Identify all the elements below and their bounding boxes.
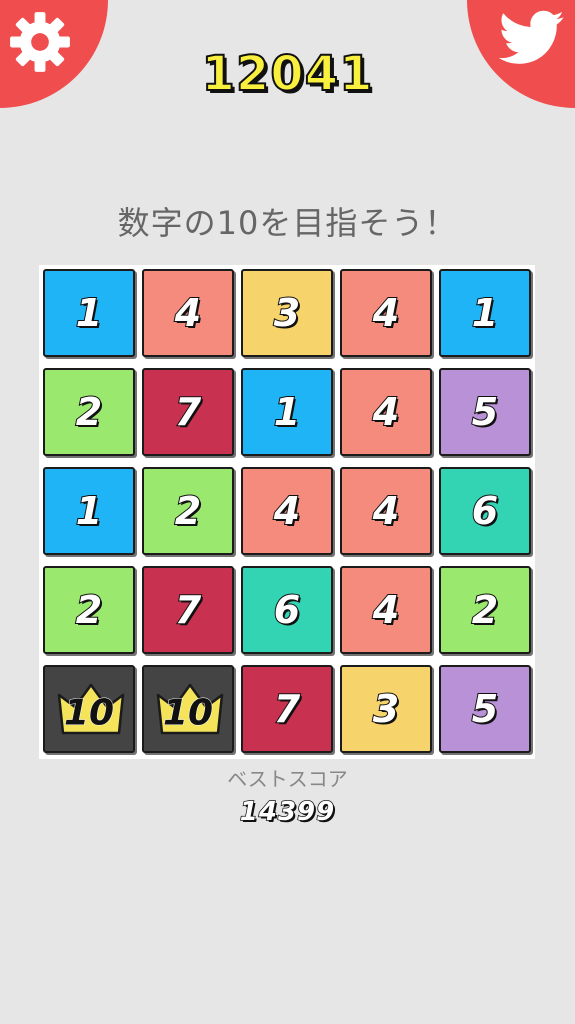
- tile-number: 1: [75, 290, 103, 336]
- tile-1-4[interactable]: 5: [439, 368, 531, 456]
- tile-1-1[interactable]: 7: [142, 368, 234, 456]
- tile-number: 4: [372, 290, 400, 336]
- tile-number: 7: [174, 389, 202, 435]
- game-board: 1 4 3 4 1 2 7 1 4 5 1 2 4 4 6 2 7 6 4 2 10 10 7 3 5: [39, 265, 535, 759]
- instruction-text: 数字の10を目指そう！: [117, 204, 458, 242]
- tile-4-0[interactable]: 10: [43, 665, 135, 753]
- tile-0-4[interactable]: 1: [439, 269, 531, 357]
- tile-number: 7: [273, 686, 301, 732]
- tile-number: 1: [471, 290, 499, 336]
- tile-4-3[interactable]: 3: [340, 665, 432, 753]
- tile-3-0[interactable]: 2: [43, 566, 135, 654]
- tile-4-4[interactable]: 5: [439, 665, 531, 753]
- tile-number: 4: [372, 488, 400, 534]
- tile-0-3[interactable]: 4: [340, 269, 432, 357]
- tile-number: 4: [174, 290, 202, 336]
- tile-2-0[interactable]: 1: [43, 467, 135, 555]
- tile-number: 4: [273, 488, 301, 534]
- tile-0-1[interactable]: 4: [142, 269, 234, 357]
- best-score-value: 14399: [239, 796, 336, 828]
- tile-number: 3: [273, 290, 301, 336]
- tile-number: 1: [75, 488, 103, 534]
- tile-number: 5: [471, 686, 499, 732]
- tile-2-4[interactable]: 6: [439, 467, 531, 555]
- tile-number: 2: [471, 587, 499, 633]
- tile-number: 5: [471, 389, 499, 435]
- tile-number: 2: [174, 488, 202, 534]
- tile-2-1[interactable]: 2: [142, 467, 234, 555]
- tile-number: 4: [372, 389, 400, 435]
- tile-1-0[interactable]: 2: [43, 368, 135, 456]
- tile-number: 6: [273, 587, 301, 633]
- tile-0-0[interactable]: 1: [43, 269, 135, 357]
- best-score-label: ベストスコア: [227, 767, 348, 791]
- tile-number: 7: [174, 587, 202, 633]
- current-score: 12041: [201, 45, 374, 103]
- tile-1-2[interactable]: 1: [241, 368, 333, 456]
- tile-number: 10: [162, 692, 214, 734]
- tile-4-2[interactable]: 7: [241, 665, 333, 753]
- tile-number: 3: [372, 686, 400, 732]
- tile-3-3[interactable]: 4: [340, 566, 432, 654]
- tile-number: 10: [63, 692, 115, 734]
- tile-3-2[interactable]: 6: [241, 566, 333, 654]
- tile-1-3[interactable]: 4: [340, 368, 432, 456]
- tile-2-2[interactable]: 4: [241, 467, 333, 555]
- tile-number: 2: [75, 389, 103, 435]
- tile-number: 6: [471, 488, 499, 534]
- tile-number: 4: [372, 587, 400, 633]
- tile-number: 2: [75, 587, 103, 633]
- tile-2-3[interactable]: 4: [340, 467, 432, 555]
- tile-0-2[interactable]: 3: [241, 269, 333, 357]
- tile-number: 1: [273, 389, 301, 435]
- tile-3-1[interactable]: 7: [142, 566, 234, 654]
- tile-4-1[interactable]: 10: [142, 665, 234, 753]
- tile-3-4[interactable]: 2: [439, 566, 531, 654]
